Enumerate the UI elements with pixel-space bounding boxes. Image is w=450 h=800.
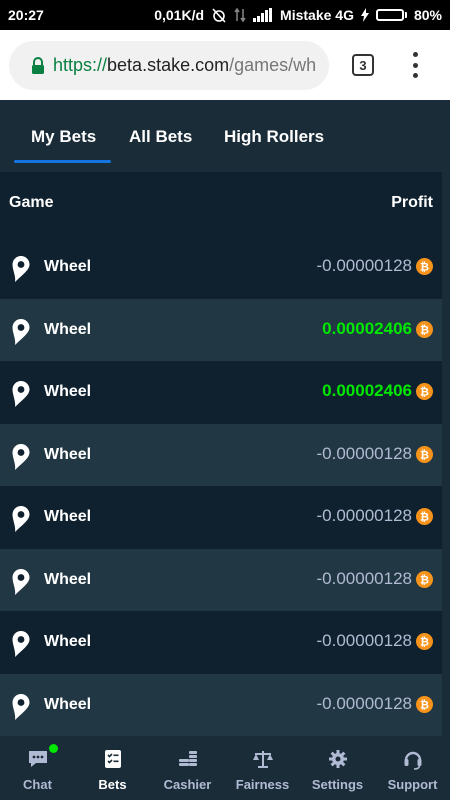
status-bar: 20:27 0,01K/d Mistake 4G 80% xyxy=(0,0,450,30)
game-name: Wheel xyxy=(44,633,92,650)
wheel-pin-icon xyxy=(12,256,30,282)
url-path: /games/wh xyxy=(229,55,317,75)
nav-support[interactable]: Support xyxy=(375,737,450,800)
nav-label: Bets xyxy=(98,777,127,792)
nav-label: Fairness xyxy=(235,777,290,792)
wheel-pin-icon xyxy=(12,443,30,470)
profit-value: -0.00000128 xyxy=(316,568,412,588)
bottom-navigation: Chat Bets Cashier Fairness Settings Supp… xyxy=(0,737,450,800)
battery-icon xyxy=(375,9,407,21)
svg-text:₿: ₿ xyxy=(420,261,429,274)
wheel-pin-icon xyxy=(12,381,30,407)
bets-icon xyxy=(104,750,121,768)
table-row[interactable]: Wheel -0.00000128 ₿ xyxy=(0,423,442,486)
game-name: Wheel xyxy=(44,695,92,713)
bitcoin-icon: ₿ xyxy=(416,508,433,525)
url-text: https://beta.stake.com/games/wh xyxy=(53,55,316,76)
bitcoin-icon: ₿ xyxy=(416,695,433,713)
table-row[interactable]: Wheel -0.00000128 ₿ xyxy=(0,236,442,299)
table-header: Game Profit xyxy=(0,172,442,236)
svg-text:₿: ₿ xyxy=(420,448,429,461)
net-speed: 0,01K/d xyxy=(154,7,205,23)
svg-text:₿: ₿ xyxy=(420,511,429,524)
svg-text:₿: ₿ xyxy=(420,573,429,586)
coins-icon xyxy=(178,751,197,766)
scales-icon xyxy=(252,751,273,768)
column-header-game: Game xyxy=(9,194,54,211)
game-name: Wheel xyxy=(44,258,92,275)
svg-text:₿: ₿ xyxy=(420,698,429,711)
carrier-name: Mistake 4G xyxy=(280,7,354,23)
url-host: beta.stake.com xyxy=(107,55,230,75)
scrollbar-track[interactable] xyxy=(442,172,450,737)
table-row[interactable]: Wheel 0.00002406 ₿ xyxy=(0,298,442,361)
wheel-pin-icon xyxy=(12,506,30,532)
chat-icon xyxy=(28,751,47,767)
profit-value: -0.00000128 xyxy=(316,443,412,463)
tab-high-rollers[interactable]: High Rollers xyxy=(224,127,324,147)
nav-fairness[interactable]: Fairness xyxy=(225,737,300,800)
nav-cashier[interactable]: Cashier xyxy=(150,737,225,800)
signal-icon xyxy=(253,8,273,22)
game-name: Wheel xyxy=(44,508,92,525)
table-row[interactable]: Wheel -0.00000128 ₿ xyxy=(0,611,442,674)
status-time: 20:27 xyxy=(8,7,44,23)
table-row[interactable]: Wheel -0.00000128 ₿ xyxy=(0,486,442,549)
bitcoin-icon: ₿ xyxy=(416,320,433,338)
profit-value: 0.00002406 xyxy=(322,381,412,400)
svg-text:₿: ₿ xyxy=(420,323,429,336)
headset-icon xyxy=(404,751,421,770)
bets-list: Wheel -0.00000128 ₿ Wheel 0.00002406 ₿ Wheel 0.… xyxy=(0,236,442,736)
bitcoin-icon: ₿ xyxy=(416,445,433,463)
more-menu-icon[interactable] xyxy=(405,52,425,78)
svg-text:₿: ₿ xyxy=(420,386,429,399)
table-row[interactable]: Wheel -0.00000128 ₿ xyxy=(0,673,442,736)
game-name: Wheel xyxy=(44,445,92,463)
bitcoin-icon: ₿ xyxy=(416,570,433,588)
game-name: Wheel xyxy=(44,383,92,400)
profit-value: -0.00000128 xyxy=(316,506,412,525)
table-row[interactable]: Wheel -0.00000128 ₿ xyxy=(0,548,442,611)
nav-settings[interactable]: Settings xyxy=(300,737,375,800)
url-scheme: https:// xyxy=(53,55,108,75)
game-name: Wheel xyxy=(44,320,92,338)
gear-icon xyxy=(328,750,347,768)
profit-value: -0.00000128 xyxy=(316,693,412,713)
tab-switcher-button[interactable]: 3 xyxy=(352,54,374,76)
address-bar[interactable]: https://beta.stake.com/games/wh xyxy=(9,41,329,90)
status-right: 0,01K/d Mistake 4G 80% xyxy=(154,7,442,23)
bitcoin-icon: ₿ xyxy=(416,258,433,275)
nav-label: Settings xyxy=(311,777,364,792)
profit-value: -0.00000128 xyxy=(316,631,412,650)
active-tab-indicator xyxy=(14,160,111,163)
column-header-profit: Profit xyxy=(391,194,433,211)
game-name: Wheel xyxy=(44,570,92,588)
bitcoin-icon: ₿ xyxy=(416,633,433,650)
charging-icon xyxy=(360,8,369,22)
chat-notification-dot xyxy=(49,744,58,753)
profit-value: -0.00000128 xyxy=(316,256,412,275)
alarm-off-icon xyxy=(212,8,226,23)
wheel-pin-icon xyxy=(12,318,30,345)
browser-toolbar: https://beta.stake.com/games/wh 3 xyxy=(0,30,450,100)
nav-bets[interactable]: Bets xyxy=(75,737,150,800)
lock-icon xyxy=(32,56,44,74)
wheel-pin-icon xyxy=(12,568,30,595)
nav-chat[interactable]: Chat xyxy=(0,737,75,800)
wheel-pin-icon xyxy=(12,693,30,720)
nav-label: Support xyxy=(387,777,438,792)
profit-value: 0.00002406 xyxy=(322,318,412,338)
bitcoin-icon: ₿ xyxy=(416,383,433,400)
data-arrows-icon xyxy=(234,7,246,23)
nav-label: Cashier xyxy=(163,777,212,792)
tab-all-bets[interactable]: All Bets xyxy=(129,127,192,147)
wheel-pin-icon xyxy=(12,631,30,657)
table-row[interactable]: Wheel 0.00002406 ₿ xyxy=(0,361,442,424)
battery-percent: 80% xyxy=(413,7,442,23)
tab-my-bets[interactable]: My Bets xyxy=(31,127,96,147)
svg-text:₿: ₿ xyxy=(420,636,429,649)
nav-label: Chat xyxy=(23,777,52,792)
